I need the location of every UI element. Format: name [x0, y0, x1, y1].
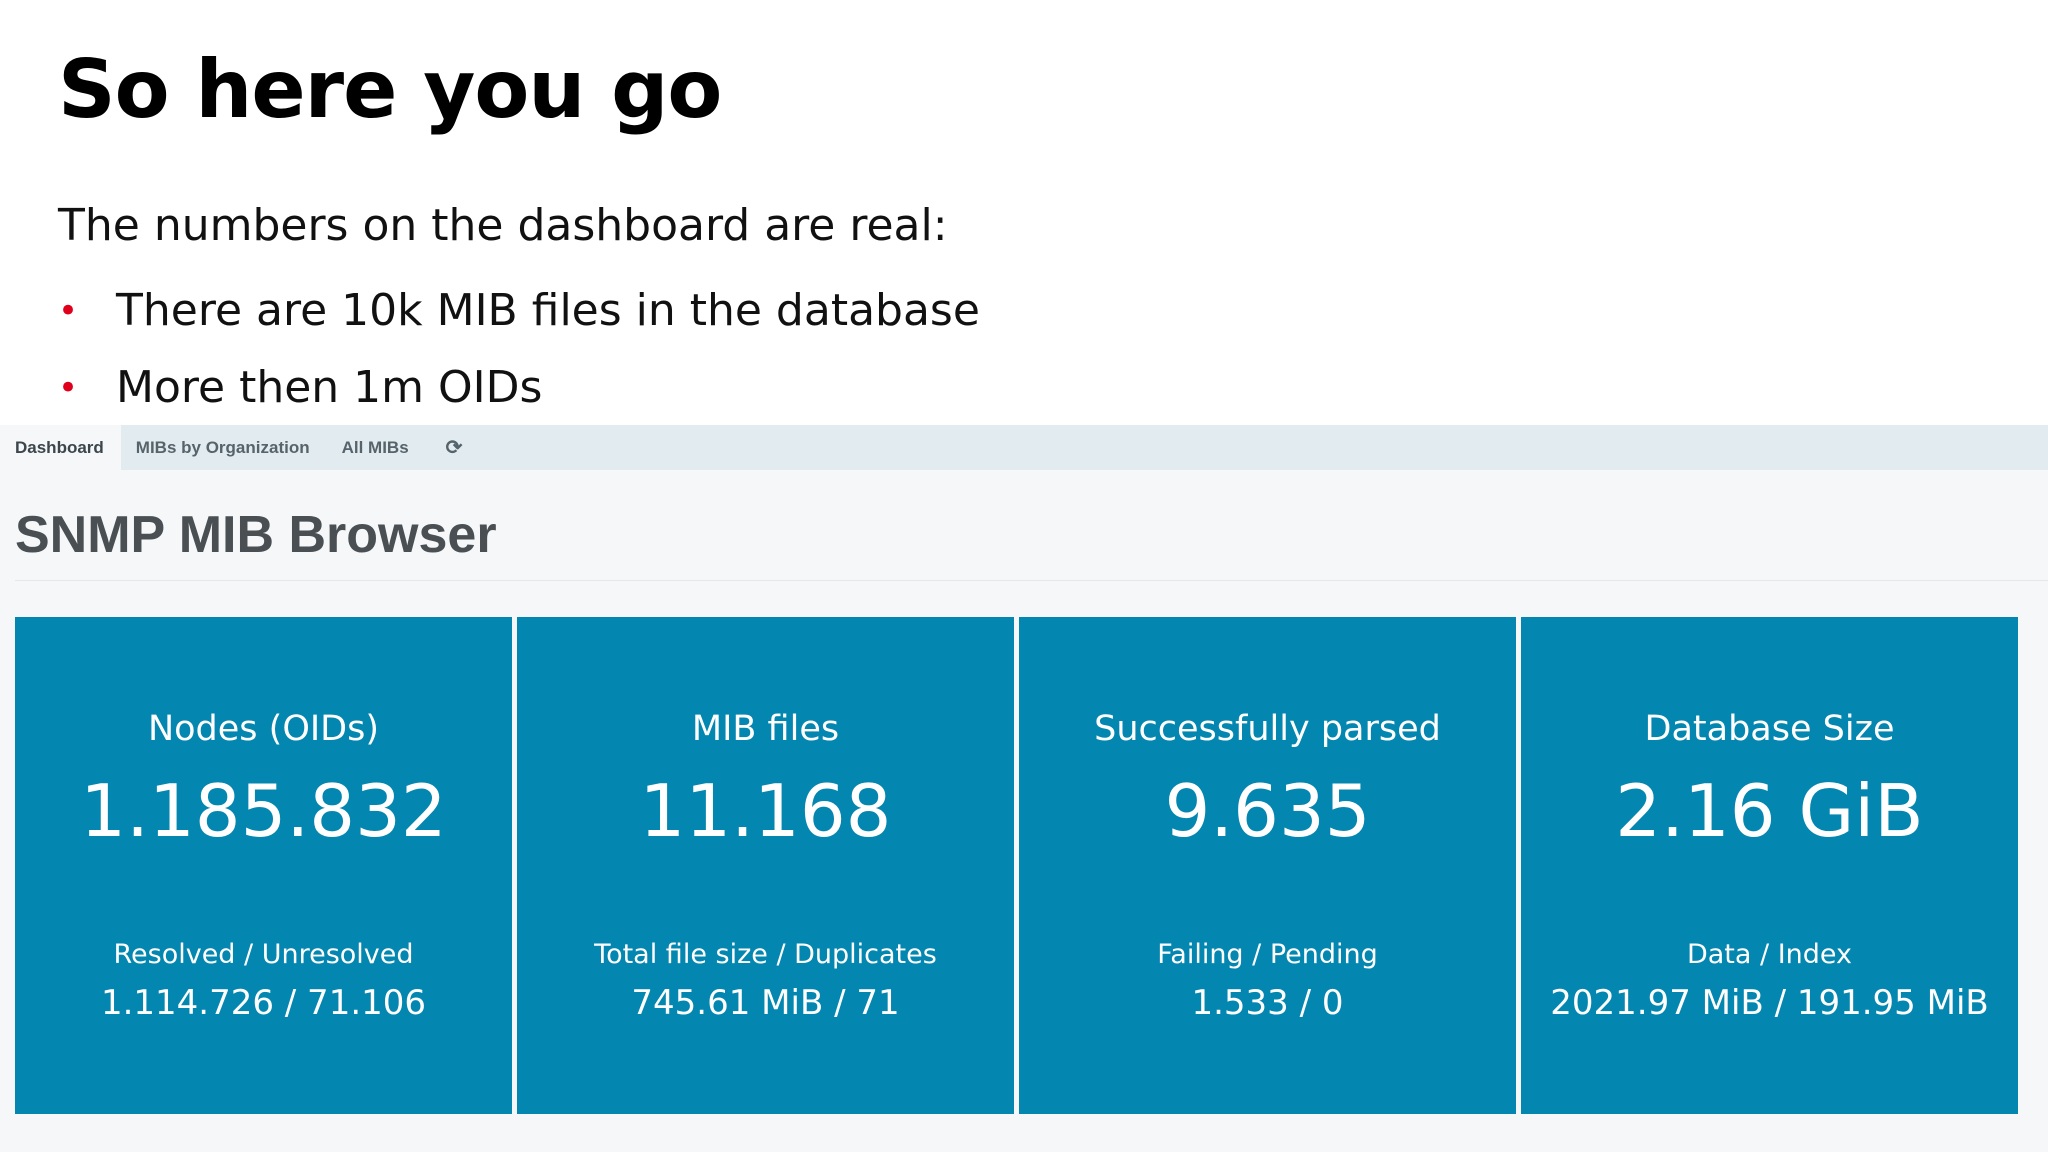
refresh-icon[interactable]: ⟳	[426, 425, 487, 470]
card-sub-label: Resolved / Unresolved	[113, 939, 414, 970]
card-successfully-parsed: Successfully parsed 9.635 Failing / Pend…	[1019, 617, 1516, 1114]
card-label: MIB files	[691, 709, 840, 749]
card-value: 11.168	[639, 769, 892, 853]
card-value: 9.635	[1164, 769, 1371, 853]
card-sub-value: 745.61 MiB / 71	[631, 983, 900, 1023]
card-sub-value: 2021.97 MiB / 191.95 MiB	[1550, 983, 1989, 1023]
card-nodes: Nodes (OIDs) 1.185.832 Resolved / Unreso…	[15, 617, 512, 1114]
card-value: 2.16 GiB	[1615, 769, 1924, 853]
slide-intro-text: The numbers on the dashboard are real:	[58, 200, 948, 251]
card-sub-value: 1.114.726 / 71.106	[100, 983, 427, 1023]
card-database-size: Database Size 2.16 GiB Data / Index 2021…	[1521, 617, 2018, 1114]
bullet-dot-icon: •	[58, 367, 79, 408]
card-sub-label: Data / Index	[1686, 939, 1853, 970]
card-label: Nodes (OIDs)	[147, 709, 380, 749]
slide-title: So here you go	[58, 43, 722, 136]
card-label: Database Size	[1644, 709, 1895, 749]
card-sub-value: 1.533 / 0	[1191, 983, 1344, 1023]
bullet-dot-icon: •	[58, 290, 79, 331]
bullet-item: • More then 1m OIDs	[58, 349, 980, 426]
page-title: SNMP MIB Browser	[15, 506, 497, 564]
tab-dashboard[interactable]: Dashboard	[0, 425, 121, 470]
slide-bullet-list: • There are 10k MIB files in the databas…	[58, 272, 980, 426]
card-sub-label: Total file size / Duplicates	[594, 939, 937, 970]
card-label: Successfully parsed	[1094, 709, 1441, 749]
card-sub-label: Failing / Pending	[1157, 939, 1378, 970]
bullet-text: More then 1m OIDs	[116, 362, 543, 413]
tab-bar: Dashboard MIBs by Organization All MIBs …	[0, 425, 2048, 470]
card-value: 1.185.832	[80, 769, 447, 853]
stats-cards: Nodes (OIDs) 1.185.832 Resolved / Unreso…	[15, 617, 2018, 1114]
tab-all-mibs[interactable]: All MIBs	[327, 425, 426, 470]
tab-mibs-by-organization[interactable]: MIBs by Organization	[121, 425, 327, 470]
title-divider	[15, 580, 2048, 581]
bullet-item: • There are 10k MIB files in the databas…	[58, 272, 980, 349]
card-mib-files: MIB files 11.168 Total file size / Dupli…	[517, 617, 1014, 1114]
bullet-text: There are 10k MIB files in the database	[116, 285, 980, 336]
dashboard-screenshot: Dashboard MIBs by Organization All MIBs …	[0, 425, 2048, 1152]
